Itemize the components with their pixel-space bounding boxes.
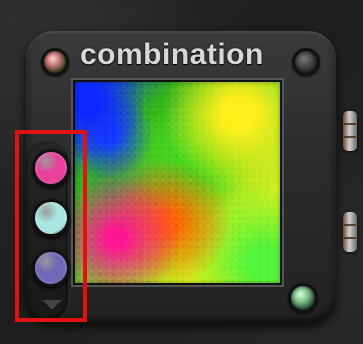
background-speck: [327, 22, 329, 24]
bottom-side-tab[interactable]: [343, 212, 357, 252]
screen: combination: [0, 0, 363, 344]
background-speck: [341, 267, 343, 269]
background-speck: [8, 18, 10, 20]
top-left-knob-icon: [41, 48, 69, 76]
panel-title: combination: [80, 38, 264, 71]
selection-highlight: [15, 130, 87, 322]
top-right-knob-icon: [292, 48, 320, 76]
bottom-right-knob-icon: [288, 283, 318, 313]
combination-preview: [73, 80, 282, 285]
top-side-tab[interactable]: [343, 111, 357, 151]
background-speck: [58, 327, 60, 329]
